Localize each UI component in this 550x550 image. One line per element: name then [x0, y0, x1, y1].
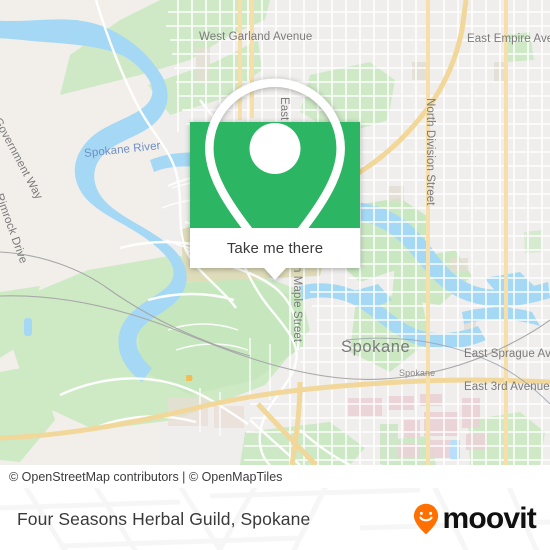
- popup-pointer: [264, 268, 286, 280]
- popup-cta[interactable]: Take me there: [190, 228, 360, 280]
- popup-cta-label: Take me there: [226, 239, 324, 257]
- footer-bar: Four Seasons Herbal Guild, Spokane moovi…: [0, 488, 550, 550]
- screenshot-root: West Garland Avenue East Empire Aven Spo…: [0, 0, 550, 550]
- location-popup[interactable]: Take me there: [190, 78, 360, 280]
- moovit-wordmark: moovit: [442, 502, 536, 535]
- moovit-smiley-pin-icon: [414, 503, 439, 535]
- map-canvas[interactable]: West Garland Avenue East Empire Aven Spo…: [0, 0, 550, 465]
- page-title: Four Seasons Herbal Guild, Spokane: [17, 508, 311, 529]
- map-attribution-bar: © OpenStreetMap contributors | © OpenMap…: [0, 465, 550, 488]
- popup-image-area: [190, 78, 360, 274]
- map-attribution-text[interactable]: © OpenStreetMap contributors | © OpenMap…: [0, 470, 282, 484]
- map-pin-icon: [205, 78, 345, 274]
- moovit-logo[interactable]: moovit: [413, 502, 537, 535]
